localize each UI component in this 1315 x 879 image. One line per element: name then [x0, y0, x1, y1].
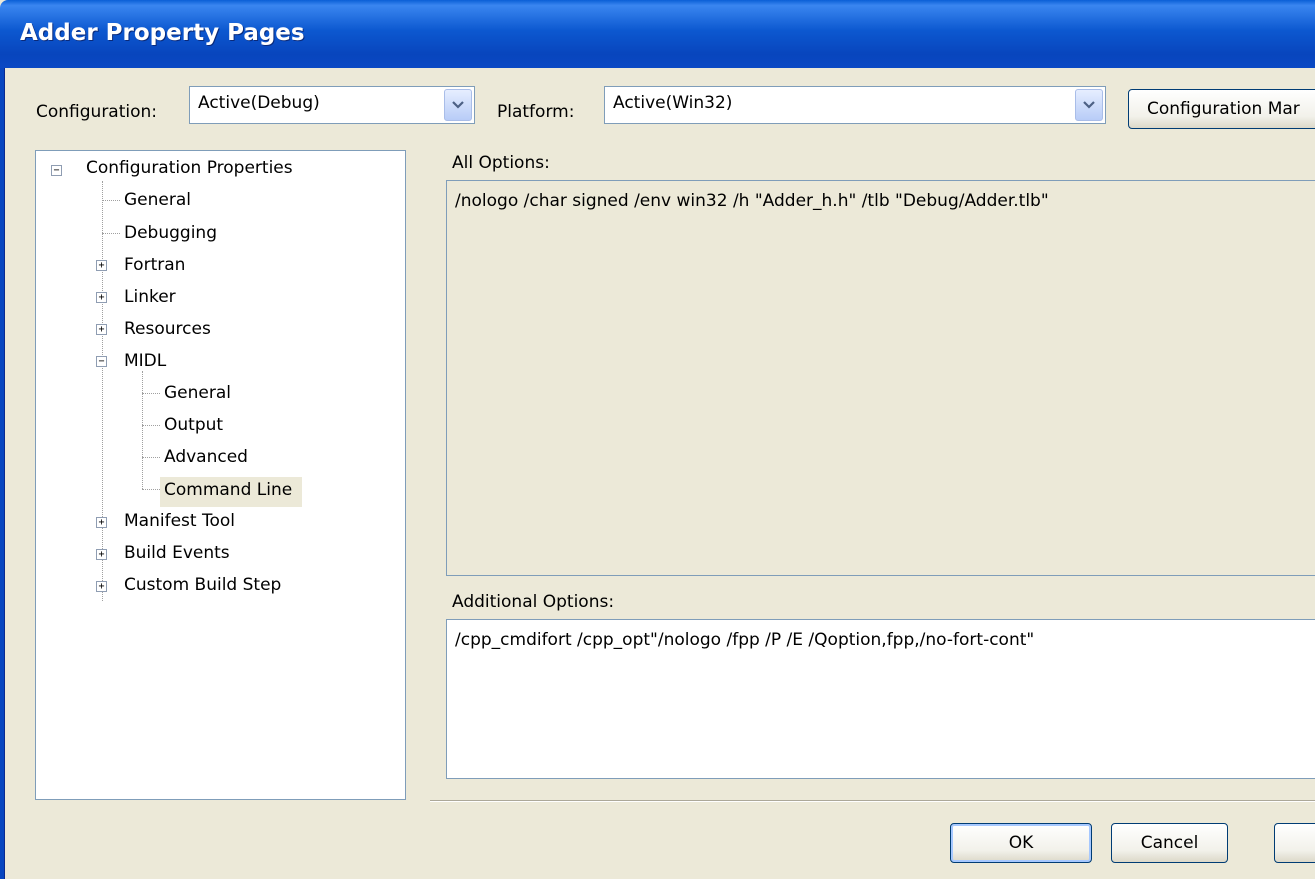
- divider: [430, 800, 1315, 802]
- tree-item-build-events[interactable]: Build Events: [124, 543, 230, 563]
- additional-options-value: /cpp_cmdifort /cpp_opt"/nologo /fpp /P /…: [455, 630, 1035, 650]
- chevron-down-icon[interactable]: [444, 89, 472, 121]
- window-title: Adder Property Pages: [20, 20, 305, 46]
- all-options-value: /nologo /char signed /env win32 /h "Adde…: [455, 191, 1049, 211]
- tree-item-midl-command-line[interactable]: Command Line: [160, 477, 303, 507]
- ok-button[interactable]: OK: [950, 823, 1092, 863]
- expand-icon[interactable]: +: [96, 549, 107, 560]
- platform-select-value: Active(Win32): [613, 93, 733, 113]
- additional-options-textbox[interactable]: /cpp_cmdifort /cpp_opt"/nologo /fpp /P /…: [446, 619, 1315, 779]
- configuration-select-value: Active(Debug): [198, 93, 320, 113]
- expand-icon[interactable]: +: [96, 581, 107, 592]
- tree-connector-line: [102, 200, 120, 201]
- tree-item-midl-advanced[interactable]: Advanced: [164, 447, 248, 467]
- platform-label: Platform:: [497, 102, 575, 122]
- tree-item-debugging[interactable]: Debugging: [124, 223, 217, 243]
- additional-options-label: Additional Options:: [452, 592, 615, 612]
- platform-select[interactable]: Active(Win32): [604, 86, 1106, 124]
- tree-connector-line: [142, 489, 160, 490]
- tree-item-midl-general[interactable]: General: [164, 383, 231, 403]
- tree-connector-line: [102, 233, 120, 234]
- expand-icon[interactable]: +: [96, 517, 107, 528]
- tree-item-general[interactable]: General: [124, 190, 191, 210]
- all-options-label: All Options:: [452, 153, 550, 173]
- tree-connector-line: [142, 393, 160, 394]
- tree-item-manifest-tool[interactable]: Manifest Tool: [124, 511, 235, 531]
- all-options-textbox[interactable]: /nologo /char signed /env win32 /h "Adde…: [446, 180, 1315, 576]
- tree-connector-line: [142, 371, 143, 489]
- cancel-button[interactable]: Cancel: [1111, 823, 1228, 863]
- tree-item-configuration-properties[interactable]: Configuration Properties: [86, 158, 293, 178]
- configuration-select[interactable]: Active(Debug): [189, 86, 475, 124]
- chevron-down-icon[interactable]: [1075, 89, 1103, 121]
- tree-item-resources[interactable]: Resources: [124, 319, 211, 339]
- title-bar[interactable]: Adder Property Pages: [0, 0, 1315, 68]
- tree-item-midl-output[interactable]: Output: [164, 415, 223, 435]
- configuration-label: Configuration:: [36, 102, 158, 122]
- tree-connector-line: [102, 181, 103, 601]
- tree-connector-line: [142, 425, 160, 426]
- configuration-manager-button[interactable]: Configuration Mar: [1128, 89, 1315, 129]
- collapse-icon[interactable]: −: [51, 165, 62, 176]
- expand-icon[interactable]: +: [96, 292, 107, 303]
- collapse-icon[interactable]: −: [96, 356, 107, 367]
- tree-item-linker[interactable]: Linker: [124, 287, 176, 307]
- tree-item-fortran[interactable]: Fortran: [124, 255, 185, 275]
- window-frame: [0, 68, 5, 879]
- tree-connector-line: [142, 457, 160, 458]
- property-tree[interactable]: − Configuration Properties General Debug…: [35, 150, 406, 800]
- expand-icon[interactable]: +: [96, 260, 107, 271]
- apply-button[interactable]: [1274, 823, 1315, 863]
- tree-item-custom-build-step[interactable]: Custom Build Step: [124, 575, 281, 595]
- expand-icon[interactable]: +: [96, 324, 107, 335]
- tree-item-midl[interactable]: MIDL: [124, 351, 166, 371]
